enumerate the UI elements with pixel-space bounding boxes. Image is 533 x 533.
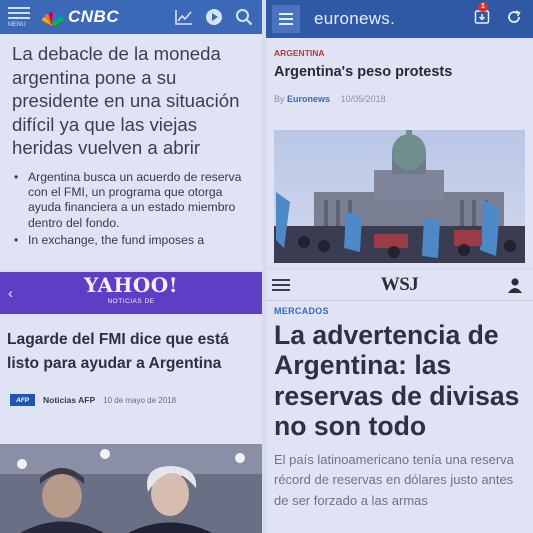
menu-label: MENU [8,21,26,28]
cnbc-header: MENU CNBC [0,0,262,34]
back-arrow-icon[interactable]: ‹ [8,285,13,302]
press-photo [0,444,262,533]
refresh-icon [508,10,521,23]
source-name[interactable]: Noticias AFP [43,395,95,405]
cnbc-wordmark: CNBC [68,7,120,26]
article-headline[interactable]: La advertencia de Argentina: las reserva… [274,320,525,442]
section-label[interactable]: MERCADOS [274,306,533,316]
user-icon[interactable] [507,277,523,293]
article-meta: AFP Noticias AFP 10 de mayo de 2018 [10,394,262,406]
euronews-header: euronews. 1 [266,0,533,38]
cnbc-logo[interactable]: CNBC [41,7,120,27]
article-meta: By Euronews 10/05/2018 [274,94,533,104]
chart-icon[interactable] [174,7,194,27]
cnbc-headline[interactable]: La debacle de la moneda argentina pone a… [12,42,252,160]
peacock-icon [41,10,65,26]
refresh-button[interactable] [505,8,523,26]
menu-button[interactable] [272,5,300,33]
article-summary: El país latinoamericano tenía una reserv… [274,451,514,508]
euronews-article-panel: euronews. 1 ARGENTINA Argentina's peso p… [266,0,533,267]
protest-photo [274,130,525,263]
afp-logo: AFP [10,394,35,406]
category-label[interactable]: ARGENTINA [274,48,533,58]
yahoo-wordmark: YAHOO! [83,272,179,297]
wsj-logo[interactable]: WSJ [266,274,533,296]
article-date: 10/05/2018 [340,94,386,104]
wsj-article-panel: WSJ MERCADOS La advertencia de Argentina… [266,270,533,533]
search-icon[interactable] [234,7,254,27]
euronews-logo[interactable]: euronews. [314,9,395,29]
yahoo-section-label: NOTICIAS DE [107,297,155,305]
cnbc-article-panel: MENU CNBC La debacle de la moneda argent… [0,0,262,270]
list-item: In exchange, the fund imposes a [14,233,252,249]
article-title[interactable]: Argentina's peso protests [274,64,533,80]
cnbc-bullet-list: Argentina busca un acuerdo de reserva co… [14,170,252,249]
author-link[interactable]: Euronews [287,94,330,104]
notification-button[interactable]: 1 [473,2,491,26]
yahoo-header: ‹ YAHOO! NOTICIAS DE [0,272,262,314]
menu-button[interactable]: MENU [8,6,30,28]
play-icon[interactable] [204,7,224,27]
wsj-header: WSJ [266,270,533,301]
byline-prefix: By [274,94,285,104]
list-item: Argentina busca un acuerdo de reserva co… [14,170,252,232]
notification-badge: 1 [478,2,488,12]
yahoo-article-panel: ‹ YAHOO! NOTICIAS DE Lagarde del FMI dic… [0,272,262,533]
yahoo-logo[interactable]: YAHOO! NOTICIAS DE [84,275,178,309]
article-headline[interactable]: Lagarde del FMI dice que está listo para… [7,328,250,376]
article-date: 10 de mayo de 2018 [103,395,177,405]
